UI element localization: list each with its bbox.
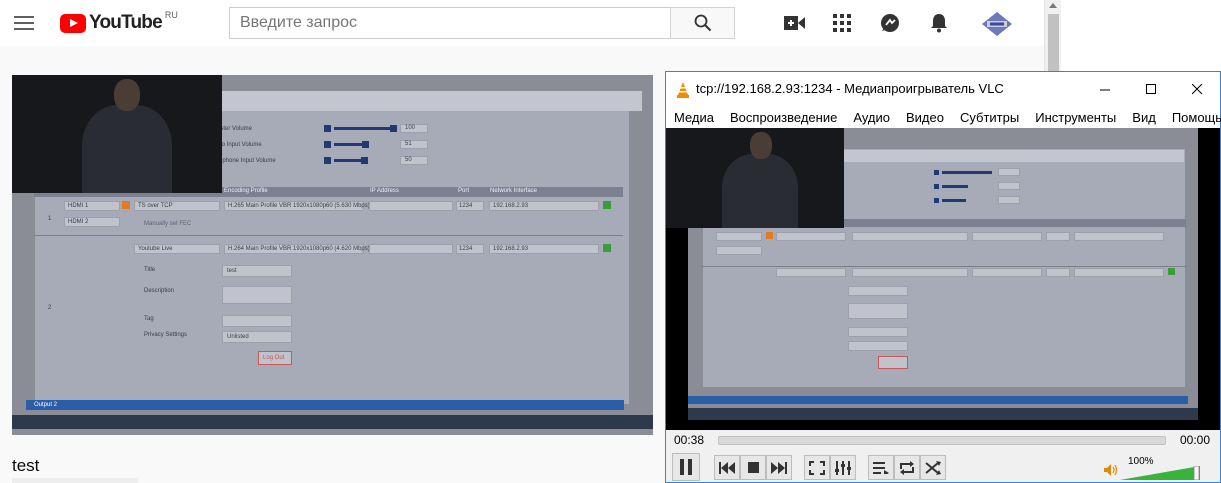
fullscreen-icon: [809, 460, 825, 475]
youtube-region-label: RU: [164, 10, 178, 20]
equalizer-icon: [835, 460, 851, 475]
messages-icon[interactable]: [878, 11, 902, 35]
previous-button[interactable]: [714, 455, 740, 480]
output-2-bar: [26, 400, 624, 410]
pause-icon: [680, 459, 692, 475]
interface-select: 192.168.2.93: [493, 203, 529, 209]
search-button[interactable]: [670, 7, 735, 39]
output-2-label: Output 2: [34, 402, 58, 408]
table-header: IP Address: [370, 188, 399, 194]
next-icon: [771, 461, 787, 474]
elapsed-time: 00:38: [674, 433, 705, 447]
port-field: 1234: [459, 246, 473, 252]
interface-select: 192.168.2.93: [493, 246, 529, 252]
extended-settings-button[interactable]: [830, 455, 856, 480]
youtube-header: YouTube RU: [0, 0, 1044, 46]
maximize-icon: [1145, 83, 1156, 94]
close-icon: [1191, 83, 1202, 94]
menu-audio[interactable]: Аудио: [845, 110, 898, 125]
hamburger-menu-icon[interactable]: [14, 13, 34, 31]
next-button[interactable]: [766, 455, 792, 480]
input-select: HDMI 1: [68, 203, 89, 209]
fullscreen-button[interactable]: [804, 455, 830, 480]
volume-value: 100: [405, 125, 416, 131]
create-video-icon[interactable]: [783, 11, 807, 35]
youtube-video-player[interactable]: aster Volume dio Input Volume rophone In…: [12, 75, 653, 435]
previous-icon: [719, 461, 735, 474]
form-label: Privacy Settings: [144, 332, 188, 338]
menu-view[interactable]: Вид: [1124, 110, 1164, 125]
vlc-menu-bar: Медиа Воспроизведение Аудио Видео Субтит…: [666, 106, 1221, 128]
volume-label: rophone Input Volume: [217, 158, 276, 164]
form-label: Description: [144, 288, 175, 294]
shuffle-icon: [925, 460, 941, 475]
privacy-select: Unlisted: [227, 334, 249, 340]
row-number: 2: [48, 305, 52, 311]
maximize-button[interactable]: [1128, 72, 1174, 106]
vlc-controls-bar: 100%: [666, 452, 1220, 483]
vlc-title-bar[interactable]: tcp://192.168.2.93:1234 - Медиапроигрыва…: [666, 72, 1220, 106]
protocol-select: Youtube Live: [138, 246, 173, 252]
loop-icon: [900, 460, 914, 475]
search-input[interactable]: [229, 7, 671, 39]
volume-value: 51: [405, 141, 412, 147]
table-header: Encoding Profile: [224, 188, 268, 194]
minimize-icon: [1099, 89, 1110, 90]
fec-note: Manually set FEC: [144, 221, 192, 227]
vlc-window-title: tcp://192.168.2.93:1234 - Медиапроигрыва…: [696, 81, 1004, 96]
browser-bookmarks-bar: [222, 91, 642, 111]
apps-grid-icon[interactable]: [830, 11, 854, 35]
menu-media[interactable]: Медиа: [666, 110, 722, 125]
menu-playback[interactable]: Воспроизведение: [722, 110, 845, 125]
total-time: 00:00: [1179, 433, 1210, 447]
protocol-select: TS over TCP: [138, 203, 173, 209]
profile-select: H.264 Main Profile VBR 1920x1080p60 (4.6…: [228, 246, 370, 252]
profile-select: H.265 Main Profile VBR 1920x1080p60 (5.6…: [228, 203, 370, 209]
avatar[interactable]: [982, 12, 1012, 36]
seek-slider[interactable]: [718, 436, 1166, 445]
pause-button[interactable]: [672, 453, 700, 481]
title-field-value: test: [227, 268, 237, 274]
volume-label: dio Input Volume: [217, 142, 262, 148]
close-button[interactable]: [1174, 72, 1220, 106]
search-icon: [694, 14, 711, 32]
stop-button[interactable]: [740, 455, 766, 480]
form-label: Title: [144, 267, 156, 273]
vlc-seek-row: 00:38 00:00: [666, 430, 1220, 452]
webcam-overlay: [12, 75, 222, 193]
streamed-taskbar: [12, 415, 653, 429]
youtube-logout-button: Log Out: [263, 355, 285, 361]
form-label: Tag: [144, 316, 154, 322]
menu-subtitles[interactable]: Субтитры: [952, 110, 1027, 125]
minimize-button[interactable]: [1082, 72, 1128, 106]
table-header: Port: [458, 188, 470, 194]
volume-value: 50: [405, 157, 412, 163]
menu-help[interactable]: Помощь: [1164, 110, 1221, 125]
loop-button[interactable]: [894, 455, 920, 480]
playlist-icon: [873, 461, 889, 474]
video-meta-placeholder: [12, 478, 138, 483]
input-select: HDMI 2: [68, 219, 89, 225]
volume-speaker-icon[interactable]: [1104, 464, 1118, 476]
port-field: 1234: [459, 203, 473, 209]
volume-label: aster Volume: [217, 126, 253, 132]
volume-slider[interactable]: [1120, 466, 1200, 480]
stop-icon: [747, 462, 759, 473]
shuffle-button[interactable]: [920, 455, 946, 480]
youtube-logo-text: YouTube: [89, 12, 163, 33]
vlc-window: tcp://192.168.2.93:1234 - Медиапроигрыва…: [665, 71, 1221, 483]
notifications-bell-icon[interactable]: [927, 11, 951, 35]
menu-video[interactable]: Видео: [898, 110, 952, 125]
vlc-video-area[interactable]: [666, 128, 1220, 432]
playlist-button[interactable]: [868, 455, 894, 480]
video-title: test: [12, 456, 40, 475]
youtube-logo[interactable]: YouTube RU: [60, 10, 178, 35]
menu-tools[interactable]: Инструменты: [1027, 110, 1124, 125]
youtube-play-icon: [60, 13, 86, 33]
vlc-cone-icon: [677, 82, 689, 98]
row-number: 1: [48, 216, 52, 222]
table-header: Network Interface: [490, 188, 538, 194]
